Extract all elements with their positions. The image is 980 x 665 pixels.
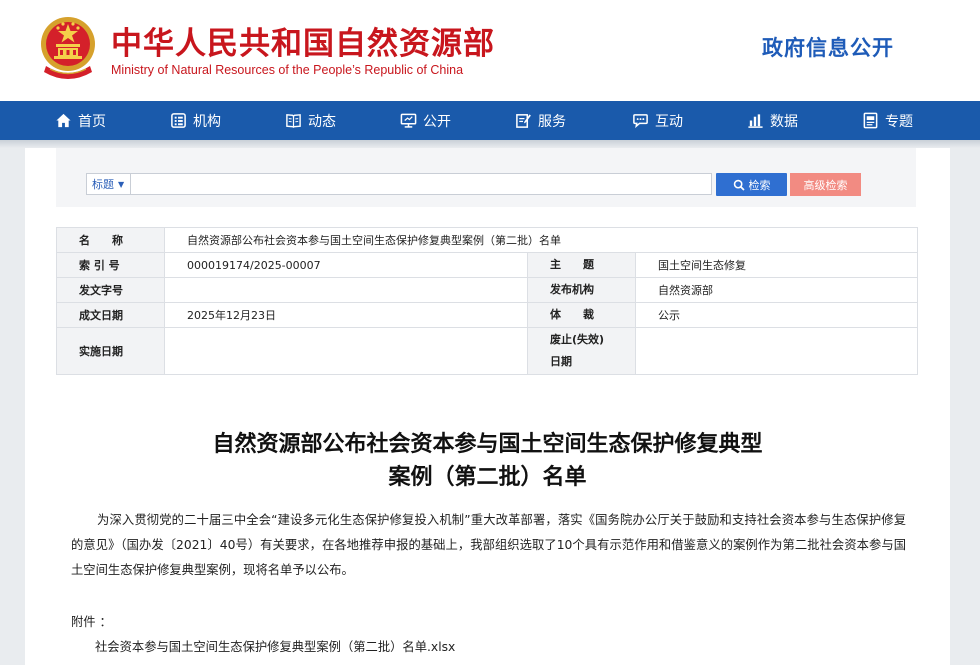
advanced-search-label: 高级检索 [803,178,848,192]
org-icon [171,113,186,128]
meta-label-name: 名 称 [56,227,165,253]
meta-value-issuer: 自然资源部 [635,277,918,303]
table-row: 实施日期 废止(失效) 日期 [56,327,918,375]
nav-item-home[interactable]: 首页 [55,101,106,140]
nav-item-label: 机构 [193,113,221,130]
meta-label-expiry-line1: 废止(失效) [550,333,605,346]
table-row: 名 称 自然资源部公布社会资本参与国土空间生态保护修复典型案例（第二批）名单 [56,227,918,253]
article-body: 为深入贯彻党的二十届三中全会“建设多元化生态保护修复投入机制”重大改革部署，落实… [71,513,906,577]
nav-item-label: 专题 [885,113,913,130]
search-icon [733,179,745,191]
site-header: 中华人民共和国自然资源部 Ministry of Natural Resourc… [0,0,980,101]
main-content: 标题 ▼ 检索 高级检索 名 称 自然资源部公布社会资本参与国土空间生态保护修复… [25,148,950,665]
meta-label-implementation: 实施日期 [56,327,165,375]
search-scope-value: 标题 [92,178,114,191]
search-input[interactable] [130,173,712,195]
search-bar: 标题 ▼ 检索 高级检索 [56,148,916,207]
search-scope-select[interactable]: 标题 ▼ [86,173,130,195]
nav-item-public[interactable]: 公开 [400,101,451,140]
article-title: 自然资源部公布社会资本参与国土空间生态保护修复典型 案例（第二批）名单 [25,428,950,494]
topic-icon [863,112,878,129]
meta-label-genre: 体 裁 [527,302,636,328]
meta-label-subject: 主 题 [527,252,636,278]
meta-value-index: 000019174/2025-00007 [164,252,528,278]
nav-item-label: 互动 [655,113,683,130]
meta-label-expiry-line2: 日期 [550,355,572,368]
nav-item-org[interactable]: 机构 [170,101,221,140]
main-nav: 首页 机构 动态 公开 服务 互动 数据 专题 [0,101,980,140]
table-row: 索 引 号 000019174/2025-00007 主 题 国土空间生态修复 [56,252,918,278]
table-row: 成文日期 2025年12月23日 体 裁 公示 [56,302,918,328]
monitor-icon [400,113,417,128]
nav-item-news[interactable]: 动态 [285,101,336,140]
nav-item-data[interactable]: 数据 [747,101,798,140]
nav-divider [0,140,980,148]
edit-icon [516,114,531,128]
meta-value-docno [164,277,528,303]
chevron-down-icon: ▼ [118,179,125,189]
nav-item-label: 服务 [538,113,566,130]
site-title[interactable]: 中华人民共和国自然资源部 [111,18,495,63]
attachment-link[interactable]: 社会资本参与国土空间生态保护修复典型案例（第二批）名单.xlsx [95,637,455,655]
chat-icon [633,114,648,129]
nav-item-topics[interactable]: 专题 [862,101,913,140]
nav-item-label: 数据 [770,113,798,130]
advanced-search-button[interactable]: 高级检索 [790,173,861,196]
meta-value-genre: 公示 [635,302,918,328]
meta-label-issuer: 发布机构 [527,277,636,303]
article-title-line: 自然资源部公布社会资本参与国土空间生态保护修复典型 [212,432,763,457]
attachment-label: 附件 ： [71,615,112,629]
document-metadata-table: 名 称 自然资源部公布社会资本参与国土空间生态保护修复典型案例（第二批）名单 索… [56,227,918,375]
meta-label-index: 索 引 号 [56,252,165,278]
section-title[interactable]: 政府信息公开 [762,32,894,62]
search-button-label: 检索 [748,178,771,192]
nav-item-label: 首页 [78,113,106,130]
meta-label-expiry: 废止(失效) 日期 [527,327,636,375]
nav-item-label: 公开 [423,113,451,130]
meta-value-implementation [164,327,528,375]
meta-value-name: 自然资源部公布社会资本参与国土空间生态保护修复典型案例（第二批）名单 [164,227,918,253]
home-icon [56,113,71,128]
nav-item-service[interactable]: 服务 [515,101,566,140]
meta-label-date: 成文日期 [56,302,165,328]
article-title-line: 案例（第二批）名单 [388,465,587,490]
meta-value-expiry [635,327,918,375]
meta-value-date: 2025年12月23日 [164,302,528,328]
search-button[interactable]: 检索 [716,173,787,196]
nav-item-label: 动态 [308,113,336,130]
nav-item-interaction[interactable]: 互动 [632,101,683,140]
bar-chart-icon [748,114,763,128]
site-title-english: Ministry of Natural Resources of the Peo… [111,63,464,77]
table-row: 发文字号 发布机构 自然资源部 [56,277,918,303]
national-emblem-icon[interactable] [36,14,100,84]
meta-label-docno: 发文字号 [56,277,165,303]
book-icon [286,114,301,128]
meta-value-subject: 国土空间生态修复 [635,252,918,278]
